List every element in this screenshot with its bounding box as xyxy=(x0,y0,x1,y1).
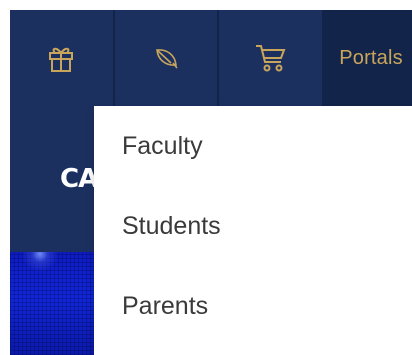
gift-icon xyxy=(49,47,74,72)
hero-title: CA xyxy=(60,164,98,194)
menu-item-parents[interactable]: Parents xyxy=(94,266,412,346)
portals-dropdown-menu: Faculty Students Parents xyxy=(94,106,412,355)
page-frame: Portals CA Faculty Students Parents xyxy=(10,10,412,355)
hero-image xyxy=(10,252,105,355)
hero-section: CA xyxy=(10,106,105,355)
leaf-icon xyxy=(156,49,178,69)
cart-icon xyxy=(255,45,286,72)
portals-button[interactable]: Portals xyxy=(324,10,412,106)
give-button[interactable] xyxy=(10,10,115,106)
cart-button[interactable] xyxy=(219,10,325,106)
portals-label: Portals xyxy=(339,46,403,69)
leaf-button[interactable] xyxy=(114,10,220,106)
top-nav-bar: Portals xyxy=(10,10,412,106)
menu-item-faculty[interactable]: Faculty xyxy=(94,106,412,186)
menu-item-students[interactable]: Students xyxy=(94,186,412,266)
